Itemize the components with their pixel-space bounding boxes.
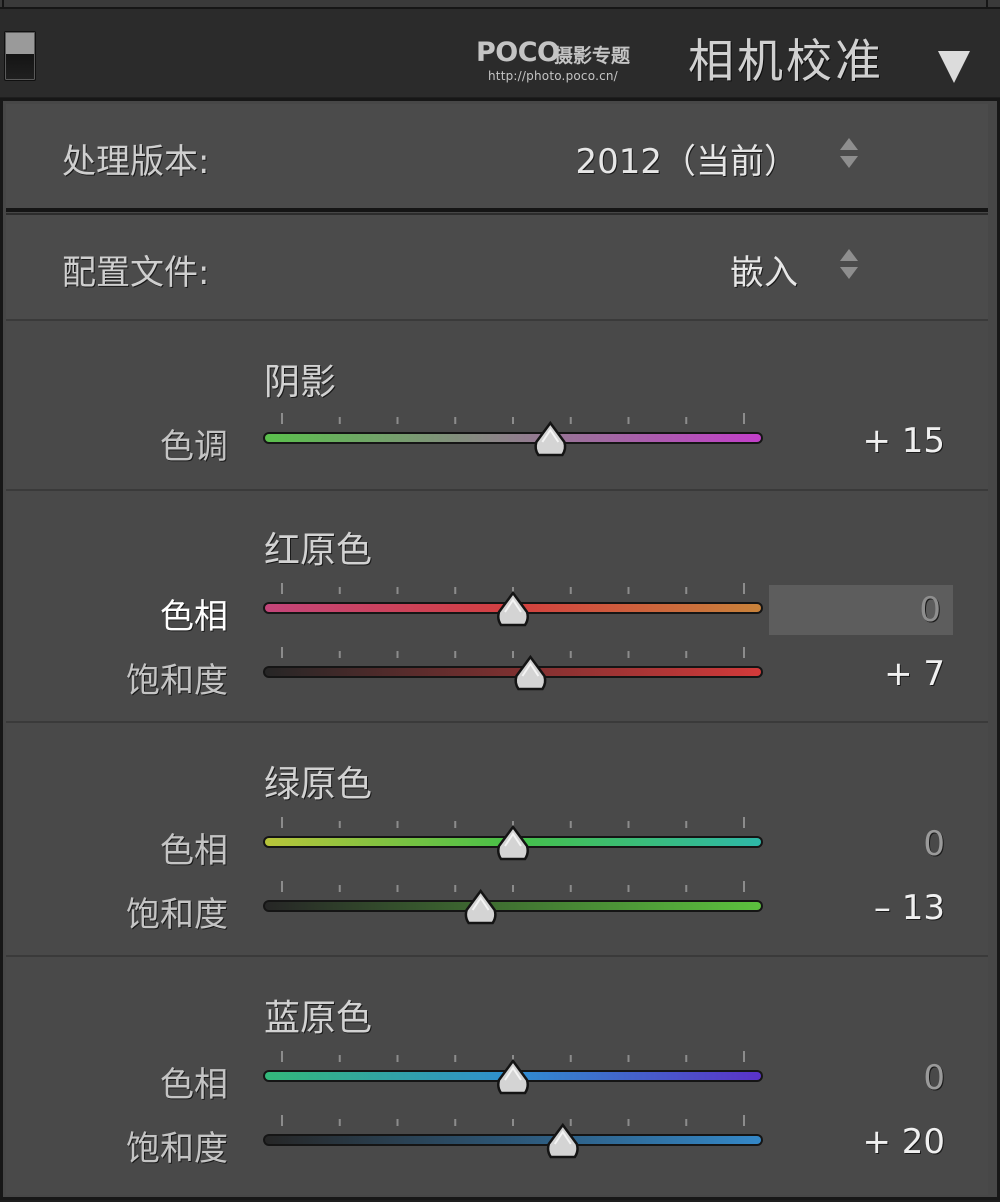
slider-thumb[interactable] — [497, 1058, 529, 1095]
profile-row: 配置文件: 嵌入 — [6, 213, 988, 321]
process-version-label: 处理版本: — [62, 142, 210, 182]
up-down-arrows-icon[interactable] — [840, 249, 858, 283]
group-title-shadows: 阴影 — [264, 362, 337, 403]
slider-thumb[interactable] — [497, 824, 529, 861]
slider-track[interactable] — [265, 1136, 761, 1144]
group-shadows: 阴影 色调 + 15 — [6, 319, 988, 489]
group-blue-primary: 蓝原色 色相 0 饱和度 + 20 — [6, 955, 988, 1195]
value-green-saturation[interactable]: – 13 — [769, 883, 945, 933]
panel-title: 相机校准 — [688, 34, 884, 88]
up-down-arrows-icon[interactable] — [840, 138, 858, 172]
slider-green-saturation[interactable] — [236, 881, 776, 937]
slider-green-hue[interactable] — [236, 817, 776, 873]
slider-blue-saturation[interactable] — [236, 1115, 776, 1171]
slider-label-green-hue: 色相 — [160, 831, 228, 871]
value-red-saturation[interactable]: + 7 — [769, 649, 945, 699]
group-title-green: 绿原色 — [264, 764, 373, 805]
logo-text: POCO 摄影专题 — [476, 37, 656, 68]
slider-thumb[interactable] — [497, 590, 529, 627]
profile-label: 配置文件: — [62, 253, 210, 293]
profile-select[interactable]: 嵌入 — [730, 245, 798, 294]
slider-track[interactable] — [265, 902, 761, 910]
slider-label-red-saturation: 饱和度 — [126, 661, 228, 701]
value-green-hue[interactable]: 0 — [769, 819, 945, 869]
slider-thumb[interactable] — [514, 654, 547, 691]
group-red-primary: 红原色 色相 0 饱和度 + 7 — [6, 489, 988, 721]
process-version-row: 处理版本: 2012（当前） — [6, 104, 988, 212]
logo-url: http://photo.poco.cn/ — [488, 69, 618, 83]
triangle-down-icon[interactable] — [938, 51, 970, 83]
group-green-primary: 绿原色 色相 0 饱和度 – 13 — [6, 721, 988, 955]
group-title-blue: 蓝原色 — [264, 998, 373, 1039]
logo-chinese: 摄影专题 — [554, 45, 631, 67]
camera-calibration-panel: 处理版本: 2012（当前） 配置文件: 嵌入 阴影 色调 + 15 红原色 色… — [0, 98, 1000, 1200]
slider-label-shadows-tint: 色调 — [160, 427, 228, 467]
slider-track[interactable] — [265, 434, 761, 442]
value-red-hue[interactable]: 0 — [769, 585, 953, 635]
process-version-select[interactable]: 2012（当前） — [575, 134, 798, 183]
value-blue-hue[interactable]: 0 — [769, 1053, 945, 1103]
slider-label-blue-hue: 色相 — [160, 1065, 228, 1105]
slider-thumb[interactable] — [464, 888, 497, 925]
value-blue-saturation[interactable]: + 20 — [769, 1117, 945, 1167]
slider-red-hue[interactable] — [236, 583, 776, 639]
slider-label-blue-saturation: 饱和度 — [126, 1129, 228, 1169]
value-shadows-tint[interactable]: + 15 — [769, 416, 945, 466]
slider-label-green-saturation: 饱和度 — [126, 895, 228, 935]
slider-label-red-hue: 色相 — [160, 597, 228, 637]
slider-thumb[interactable] — [546, 1122, 579, 1159]
slider-thumb[interactable] — [534, 420, 567, 457]
slider-red-saturation[interactable] — [236, 647, 776, 703]
panel-enable-switch[interactable] — [4, 31, 36, 81]
logo-word: POCO — [476, 37, 560, 68]
slider-blue-hue[interactable] — [236, 1051, 776, 1107]
panel-header[interactable]: POCO 摄影专题 http://photo.poco.cn/ 相机校准 — [0, 9, 1000, 97]
top-divider — [0, 0, 1000, 9]
slider-track[interactable] — [265, 668, 761, 676]
slider-shadows-tint[interactable] — [236, 413, 776, 469]
group-title-red: 红原色 — [264, 530, 373, 571]
